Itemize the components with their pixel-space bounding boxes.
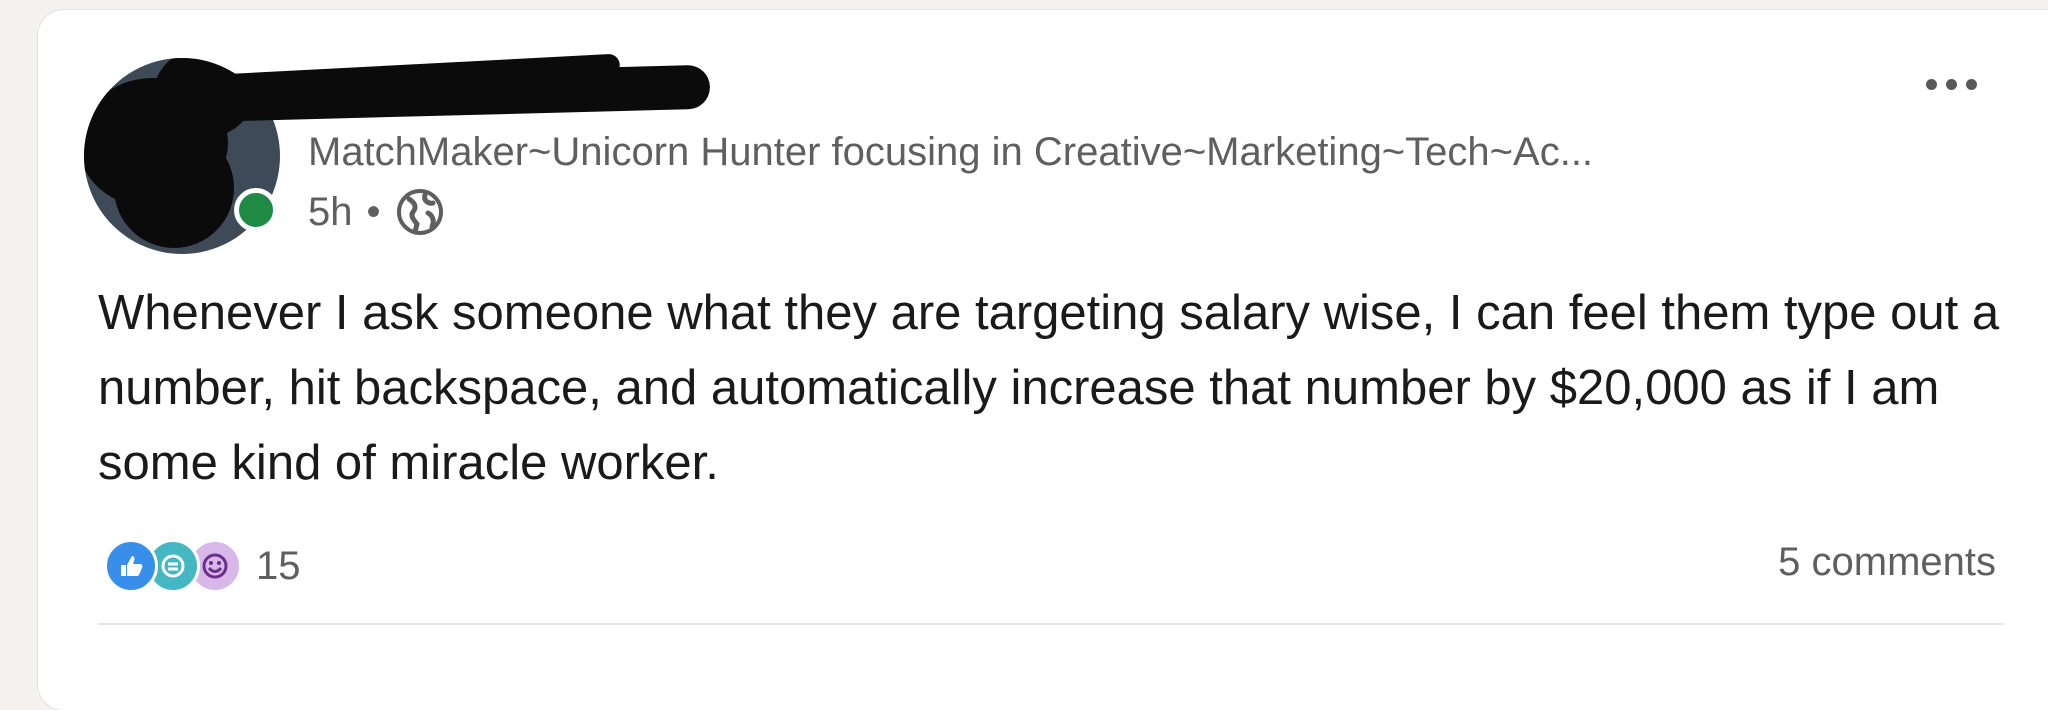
comments-count-link[interactable]: 5 comments <box>1778 540 1996 585</box>
post-meta: 5h • <box>308 186 445 238</box>
redaction-scribble <box>114 128 234 248</box>
more-options-icon[interactable] <box>1906 64 1996 104</box>
online-status-indicator <box>234 188 278 232</box>
ellipsis-dot <box>1945 78 1957 90</box>
post-body-text: Whenever I ask someone what they are tar… <box>98 286 2000 490</box>
reactions-summary[interactable]: 15 <box>104 536 301 596</box>
post-divider <box>98 623 2004 625</box>
ellipsis-dot <box>1965 78 1977 90</box>
globe-icon <box>396 189 443 235</box>
post-timestamp: 5h <box>308 189 353 234</box>
like-reaction-icon <box>104 539 158 593</box>
meta-separator: • <box>366 189 381 234</box>
reaction-count: 15 <box>256 543 301 588</box>
ellipsis-dot <box>1925 78 1937 90</box>
author-headline: MatchMaker~Unicorn Hunter focusing in Cr… <box>308 130 1594 174</box>
